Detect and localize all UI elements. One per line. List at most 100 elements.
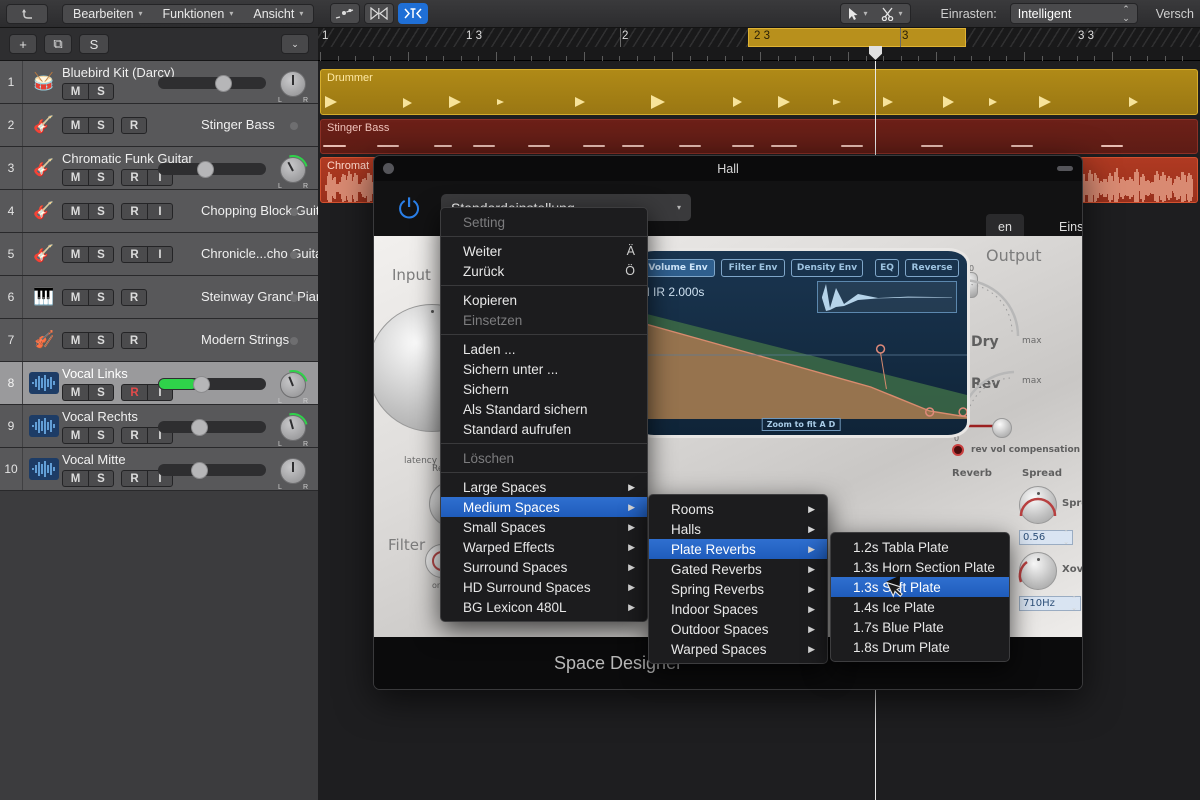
tab-reverse[interactable]: Reverse xyxy=(905,259,959,277)
solo-button[interactable]: S xyxy=(88,470,114,487)
menu-item[interactable]: 1.7s Blue Plate xyxy=(831,617,1009,637)
solo-button[interactable]: S xyxy=(88,332,114,349)
menu-item[interactable]: Small Spaces ▶ xyxy=(441,517,647,537)
menu-item[interactable]: Zurück Ö xyxy=(441,261,647,281)
slider-knob[interactable] xyxy=(191,462,209,479)
guitar-icon[interactable]: 🎸 xyxy=(29,112,59,138)
audio-waveform-icon[interactable] xyxy=(29,372,59,394)
menu-item[interactable]: Plate Reverbs ▶ xyxy=(649,539,827,559)
record-enable-button[interactable]: R xyxy=(121,289,147,306)
solo-button[interactable]: S xyxy=(88,384,114,401)
menu-funktionen[interactable]: Funktionen ▾ xyxy=(152,5,243,23)
zoom-fit-a-button[interactable]: A xyxy=(819,420,825,429)
undo-button[interactable] xyxy=(6,3,48,24)
envelope-display[interactable]: Volume Env Filter Env Density Env EQ Rev… xyxy=(632,248,970,438)
solo-button[interactable]: S xyxy=(79,34,109,54)
mute-button[interactable]: M xyxy=(62,289,88,306)
mute-button[interactable]: M xyxy=(62,83,88,100)
menu-item[interactable]: Warped Spaces ▶ xyxy=(649,639,827,659)
spread-value-field[interactable]: 0.56 ⌃ ⌄ xyxy=(1019,529,1073,546)
menu-item[interactable]: Warped Effects ▶ xyxy=(441,537,647,557)
record-enable-button[interactable]: R xyxy=(121,384,147,401)
pan-knob[interactable] xyxy=(272,407,314,449)
pan-knob[interactable] xyxy=(280,71,306,97)
track-row[interactable]: 7 🎻 Modern Strings M S R xyxy=(0,319,318,362)
add-track-button[interactable]: + xyxy=(9,34,37,54)
rev-vol-compensation-led[interactable] xyxy=(952,444,964,456)
power-icon[interactable]: ⏻ xyxy=(391,191,427,227)
menu-item[interactable]: Weiter Ä xyxy=(441,241,647,261)
mute-button[interactable]: M xyxy=(62,117,88,134)
menu-item[interactable]: Löschen xyxy=(441,448,647,468)
pan-knob[interactable] xyxy=(272,364,314,406)
track-row[interactable]: 6 🎹 Steinway Grand Piano M S R xyxy=(0,276,330,319)
track-name[interactable]: Modern Strings xyxy=(201,332,289,347)
menu-item[interactable]: 1.8s Drum Plate xyxy=(831,637,1009,657)
scissors-tool[interactable]: ▾ xyxy=(874,7,909,21)
volume-slider[interactable] xyxy=(158,376,266,393)
guitar-icon[interactable]: 🎸 xyxy=(29,241,59,267)
menu-item[interactable]: HD Surround Spaces ▶ xyxy=(441,577,647,597)
record-enable-button[interactable]: R xyxy=(121,332,147,349)
menu-item[interactable]: 1.4s Ice Plate xyxy=(831,597,1009,617)
track-row[interactable]: 4 🎸 Chopping Block Guitar M S R I xyxy=(0,190,331,233)
slider-knob[interactable] xyxy=(191,419,209,436)
track-name[interactable]: Chronicle...cho Guitar xyxy=(201,246,327,261)
menu-item[interactable]: Setting xyxy=(441,212,647,232)
strings-icon[interactable]: 🎻 xyxy=(29,327,59,353)
track-name[interactable]: Vocal Mitte xyxy=(62,452,126,467)
track-name[interactable]: Chopping Block Guitar xyxy=(201,203,331,218)
audio-waveform-icon[interactable] xyxy=(29,458,59,480)
menu-item[interactable]: 1.3s Horn Section Plate xyxy=(831,557,1009,577)
region-stinger-bass[interactable]: Stinger Bass xyxy=(320,119,1198,154)
preset-submenu[interactable]: 1.2s Tabla Plate 1.3s Horn Section Plate 1… xyxy=(830,532,1010,662)
category-submenu[interactable]: Rooms ▶ Halls ▶ Plate Reverbs ▶ Gated Reverbs ▶… xyxy=(648,494,828,664)
volume-slider[interactable] xyxy=(158,75,266,92)
pointer-tool[interactable]: ▾ xyxy=(841,7,874,21)
volume-slider[interactable] xyxy=(158,462,266,479)
menu-item[interactable]: Halls ▶ xyxy=(649,519,827,539)
tab-volume-env[interactable]: Volume Env xyxy=(641,259,715,277)
tab-eq[interactable]: EQ xyxy=(875,259,899,277)
solo-button[interactable]: S xyxy=(88,203,114,220)
menu-item[interactable]: Indoor Spaces ▶ xyxy=(649,599,827,619)
duplicate-track-button[interactable]: ⧉ xyxy=(44,34,72,54)
volume-slider[interactable] xyxy=(158,419,266,436)
solo-button[interactable]: S xyxy=(88,83,114,100)
menu-item[interactable]: Rooms ▶ xyxy=(649,499,827,519)
record-enable-button[interactable]: R xyxy=(121,470,147,487)
track-row[interactable]: 1 🥁 Bluebird Kit (Darcy) M S L R xyxy=(0,61,318,104)
menu-item[interactable]: Einsetzen xyxy=(441,310,647,330)
track-name[interactable]: Stinger Bass xyxy=(201,117,275,132)
solo-button[interactable]: S xyxy=(88,117,114,134)
track-name[interactable]: Steinway Grand Piano xyxy=(201,289,330,304)
mute-button[interactable]: M xyxy=(62,203,88,220)
mute-button[interactable]: M xyxy=(62,246,88,263)
track-row[interactable]: 9 Vocal Rechts M S R I L R xyxy=(0,405,318,449)
cycle-region[interactable] xyxy=(748,28,966,47)
drums-icon[interactable]: 🥁 xyxy=(29,69,59,95)
guitar-icon[interactable]: 🎸 xyxy=(29,198,59,224)
region-drummer[interactable]: Drummer xyxy=(320,69,1198,115)
menu-ansicht[interactable]: Ansicht ▾ xyxy=(243,5,313,23)
audio-waveform-icon[interactable] xyxy=(29,415,59,437)
minimize-icon[interactable] xyxy=(1057,166,1073,171)
record-enable-button[interactable]: R xyxy=(121,246,147,263)
menu-item[interactable]: Sichern unter ... xyxy=(441,359,647,379)
preset-context-menu[interactable]: Setting Weiter Ä Zurück Ö Kopieren Einsetzen La… xyxy=(440,207,648,622)
menu-bearbeiten[interactable]: Bearbeiten ▾ xyxy=(63,5,152,23)
snap-select[interactable]: Intelligent ⌃ ⌄ xyxy=(1009,3,1138,24)
track-name[interactable]: Vocal Links xyxy=(62,366,128,381)
mute-button[interactable]: M xyxy=(62,470,88,487)
mute-button[interactable]: M xyxy=(62,384,88,401)
pan-knob[interactable] xyxy=(280,458,306,484)
solo-button[interactable]: S xyxy=(88,246,114,263)
mute-button[interactable]: M xyxy=(62,332,88,349)
track-name[interactable]: Vocal Rechts xyxy=(62,409,138,424)
guitar-icon[interactable]: 🎸 xyxy=(29,155,59,181)
record-enable-button[interactable]: R xyxy=(121,427,147,444)
zoom-fit-d-button[interactable]: D xyxy=(829,420,836,429)
zoom-to-fit-button[interactable]: Zoom to fit A D xyxy=(761,418,841,431)
track-row[interactable]: 10 Vocal Mitte M S R I L R xyxy=(0,448,318,491)
menu-item[interactable]: Spring Reverbs ▶ xyxy=(649,579,827,599)
